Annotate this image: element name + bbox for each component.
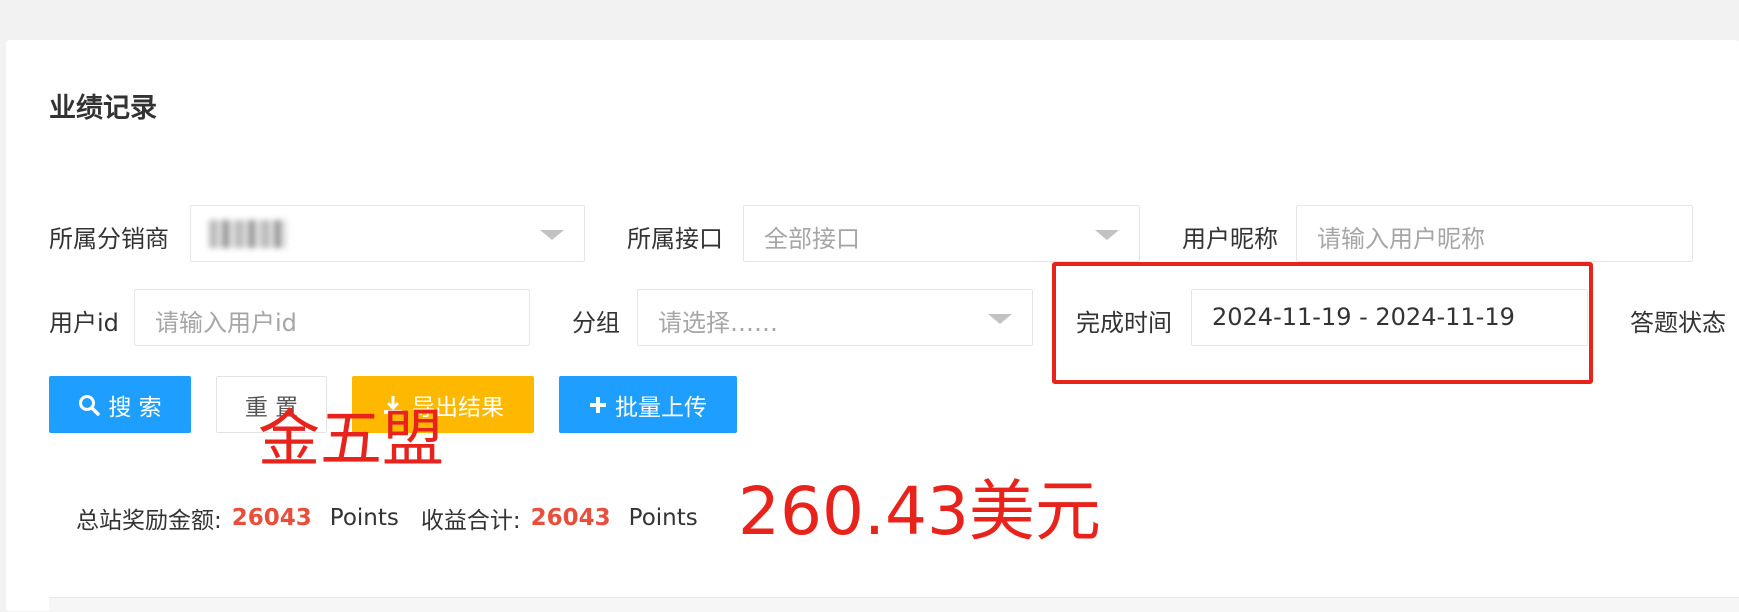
interface-select[interactable]: 全部接口 (743, 205, 1140, 262)
reward-value: 26043 (231, 505, 312, 531)
income-value: 26043 (530, 505, 611, 531)
interface-placeholder: 全部接口 (764, 225, 860, 253)
user-id-input[interactable]: 请输入用户id (134, 289, 530, 346)
annotation-amount: 260.43美元 (738, 473, 1101, 550)
user-id-placeholder: 请输入用户id (155, 309, 297, 337)
search-button[interactable]: 搜 索 (49, 376, 191, 433)
income-label: 收益合计: (420, 508, 521, 534)
reward-unit: Points (329, 505, 399, 531)
batch-upload-button-label: 批量上传 (615, 394, 707, 421)
income-unit: Points (628, 505, 698, 531)
answer-status-label: 答题状态 (1630, 309, 1726, 337)
search-icon (78, 394, 101, 416)
nickname-placeholder: 请输入用户昵称 (1317, 225, 1485, 253)
summary-row: 总站奖励金额: 26043 Points 收益合计: 26043 Points (76, 501, 698, 535)
reward-label: 总站奖励金额: (76, 508, 222, 534)
batch-upload-button[interactable]: 批量上传 (559, 376, 737, 433)
page-title: 业绩记录 (49, 93, 157, 124)
plus-icon (589, 396, 607, 414)
highlight-box (1052, 262, 1593, 384)
interface-label: 所属接口 (627, 225, 723, 253)
distributor-select[interactable] (190, 205, 585, 262)
group-placeholder: 请选择…… (658, 309, 778, 337)
group-label: 分组 (572, 309, 620, 337)
search-button-label: 搜 索 (108, 394, 162, 421)
table-header-edge (49, 597, 1739, 612)
annotation-name: 金五盟 (258, 402, 445, 475)
nickname-input[interactable]: 请输入用户昵称 (1296, 205, 1693, 262)
user-id-label: 用户id (49, 309, 119, 337)
chevron-down-icon (540, 230, 564, 240)
chevron-down-icon (988, 314, 1012, 324)
nickname-label: 用户昵称 (1182, 225, 1278, 253)
distributor-value-blurred (209, 220, 287, 248)
distributor-label: 所属分销商 (49, 225, 169, 253)
chevron-down-icon (1095, 230, 1119, 240)
group-select[interactable]: 请选择…… (637, 289, 1033, 346)
